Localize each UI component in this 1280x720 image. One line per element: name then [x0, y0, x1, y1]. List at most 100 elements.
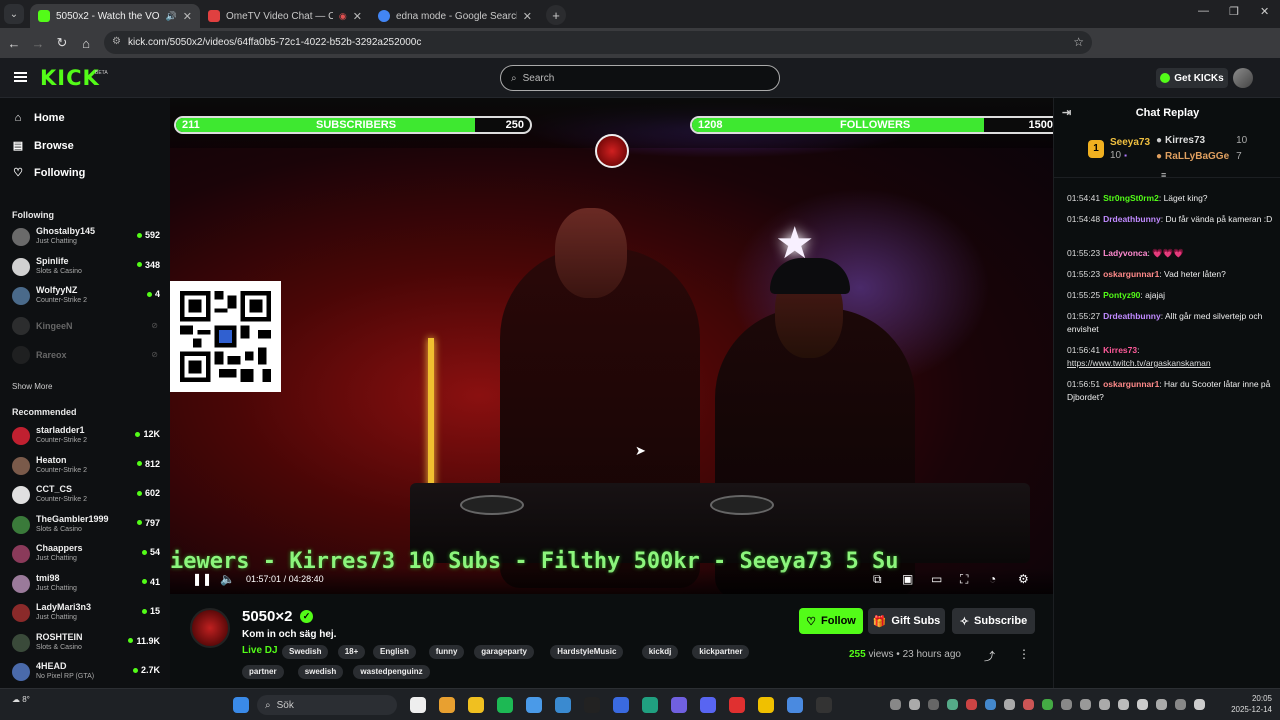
app-icon[interactable]	[642, 697, 658, 713]
tray-icon[interactable]	[1175, 699, 1186, 710]
tray-icon[interactable]	[947, 699, 958, 710]
tray-icon[interactable]	[985, 699, 996, 710]
tray-icon[interactable]	[1137, 699, 1148, 710]
chrome-icon[interactable]	[526, 697, 542, 713]
subscribe-button[interactable]: ✧ Subscribe	[952, 608, 1035, 634]
menu-icon[interactable]	[14, 72, 27, 82]
recommended-channel[interactable]: CCT_CS Counter-Strike 2 602	[12, 484, 160, 508]
kick-logo[interactable]: KICK	[40, 66, 100, 90]
discord-icon[interactable]	[700, 697, 716, 713]
app-icon[interactable]	[758, 697, 774, 713]
expand-icon[interactable]: ≡	[1161, 170, 1166, 180]
app-icon[interactable]	[555, 697, 571, 713]
recommended-channel[interactable]: Chaappers Just Chatting 54	[12, 543, 160, 567]
tag-pill[interactable]: HardstyleMusic	[550, 645, 624, 659]
file-explorer-icon[interactable]	[468, 697, 484, 713]
tag-pill[interactable]: wastedpenguinz	[353, 665, 430, 679]
recommended-channel[interactable]: TheGambler1999 Slots & Casino 797	[12, 514, 160, 538]
windows-start-icon[interactable]	[233, 697, 249, 713]
tray-icon[interactable]	[1156, 699, 1167, 710]
app-icon[interactable]	[729, 697, 745, 713]
forward-button[interactable]: →	[26, 36, 50, 51]
copilot-icon[interactable]	[439, 697, 455, 713]
user-avatar[interactable]	[1233, 68, 1253, 88]
tray-icon[interactable]	[966, 699, 977, 710]
channel-avatar[interactable]	[190, 608, 230, 648]
recommended-channel[interactable]: tmi98 Just Chatting 41	[12, 573, 160, 597]
recommended-channel[interactable]: starladder1 Counter-Strike 2 12K	[12, 425, 160, 449]
tray-icon[interactable]	[1194, 699, 1205, 710]
settings-gear-icon[interactable]: ⚙	[1018, 572, 1029, 586]
tag-pill[interactable]: partner	[242, 665, 284, 679]
message-user[interactable]: Drdeathbunny	[1103, 311, 1161, 321]
following-channel[interactable]: Rareox ⊘	[12, 344, 160, 368]
speaker-icon[interactable]: 🔊	[166, 11, 177, 22]
category-link[interactable]: Live DJ	[242, 645, 278, 656]
app-icon[interactable]	[816, 697, 832, 713]
speed-icon[interactable]: ◔	[989, 572, 996, 586]
recommended-channel[interactable]: LadyMari3n3 Just Chatting 15	[12, 602, 160, 626]
new-tab-button[interactable]: +	[546, 5, 566, 25]
gift-subs-button[interactable]: 🎁 Gift Subs	[868, 608, 945, 634]
clip-icon[interactable]: ▣	[902, 572, 913, 586]
tag-pill[interactable]: 18+	[337, 645, 366, 659]
message-user[interactable]: Ladyvonca	[1103, 248, 1147, 258]
teams-icon[interactable]	[671, 697, 687, 713]
message-user[interactable]: Str0ngSt0rm2	[1103, 193, 1159, 203]
volume-icon[interactable]: 🔈	[220, 572, 235, 586]
message-user[interactable]: Pontyz90	[1103, 290, 1140, 300]
task-view-icon[interactable]	[410, 697, 426, 713]
video-player[interactable]: ★ 211 SUBSCRIBERS 250 1208 FOLLOWERS 150…	[170, 98, 1053, 594]
get-kicks-button[interactable]: Get KICKs	[1156, 68, 1228, 88]
tray-icon[interactable]	[1042, 699, 1053, 710]
tray-icon[interactable]	[1118, 699, 1129, 710]
more-options-icon[interactable]: ⋮	[1018, 647, 1030, 661]
tab-google[interactable]: edna mode - Google Search ✕	[370, 4, 540, 28]
tray-icon[interactable]	[1023, 699, 1034, 710]
home-button[interactable]: ⌂	[74, 36, 98, 51]
tray-icon[interactable]	[1099, 699, 1110, 710]
message-link[interactable]: https://www.twitch.tv/argaskanskaman	[1067, 358, 1211, 368]
nav-browse[interactable]: ▤ Browse	[12, 139, 74, 153]
show-more-link[interactable]: Show More	[12, 382, 52, 391]
message-user[interactable]: Drdeathbunny	[1103, 214, 1161, 224]
tag-pill[interactable]: garageparty	[474, 645, 534, 659]
app-icon[interactable]	[584, 697, 600, 713]
tag-pill[interactable]: funny	[428, 645, 465, 659]
miniplayer-icon[interactable]: ⧉	[873, 572, 882, 587]
maximize-button[interactable]: ❐	[1229, 5, 1239, 18]
channel-name[interactable]: 5050×2	[242, 608, 292, 625]
message-user[interactable]: oskargunnar1	[1103, 269, 1159, 279]
steam-icon[interactable]	[613, 697, 629, 713]
tag-pill[interactable]: swedish	[297, 665, 344, 679]
recommended-channel[interactable]: ROSHTEIN Slots & Casino 11.9K	[12, 632, 160, 656]
recommended-channel[interactable]: 4HEAD No Pixel RP (GTA) 2.7K	[12, 661, 160, 685]
recommended-channel[interactable]: Heaton Counter-Strike 2 812	[12, 455, 160, 479]
pause-icon[interactable]: ❚❚	[192, 572, 212, 586]
following-channel[interactable]: KingeeN ⊘	[12, 315, 160, 339]
back-button[interactable]: ←	[2, 36, 26, 51]
tray-icon[interactable]	[1061, 699, 1072, 710]
tray-icon[interactable]	[909, 699, 920, 710]
share-icon[interactable]: ⤴	[984, 648, 995, 664]
url-field[interactable]: ⚙ kick.com/5050x2/videos/64ffa0b5-72c1-4…	[104, 31, 1092, 54]
fullscreen-icon[interactable]: ⛶	[960, 572, 968, 587]
follow-button[interactable]: ♡ Follow	[799, 608, 863, 634]
close-window-button[interactable]: ✕	[1260, 5, 1269, 18]
tab-close-icon[interactable]: ✕	[183, 10, 192, 23]
minimize-button[interactable]: —	[1198, 5, 1209, 17]
following-channel[interactable]: Ghostalby145 Just Chatting 592	[12, 226, 160, 250]
spotify-icon[interactable]	[497, 697, 513, 713]
taskbar-search[interactable]: ⌕ Sök	[257, 695, 397, 715]
tray-icon[interactable]	[890, 699, 901, 710]
tray-icon[interactable]	[928, 699, 939, 710]
tab-ometv[interactable]: OmeTV Video Chat — Ome ◉ ✕	[200, 4, 370, 28]
search-input[interactable]: ⌕ Search	[500, 65, 780, 91]
tab-kick[interactable]: 5050x2 - Watch the VOD o 🔊 ✕	[30, 4, 200, 28]
nav-home[interactable]: ⌂ Home	[12, 112, 65, 124]
tag-pill[interactable]: Swedish	[282, 645, 329, 659]
clock[interactable]: 20:05 2025-12-14	[1230, 693, 1272, 715]
tray-icon[interactable]	[1004, 699, 1015, 710]
collapse-chat-icon[interactable]: ⇥	[1062, 98, 1071, 128]
notepad-icon[interactable]	[787, 697, 803, 713]
